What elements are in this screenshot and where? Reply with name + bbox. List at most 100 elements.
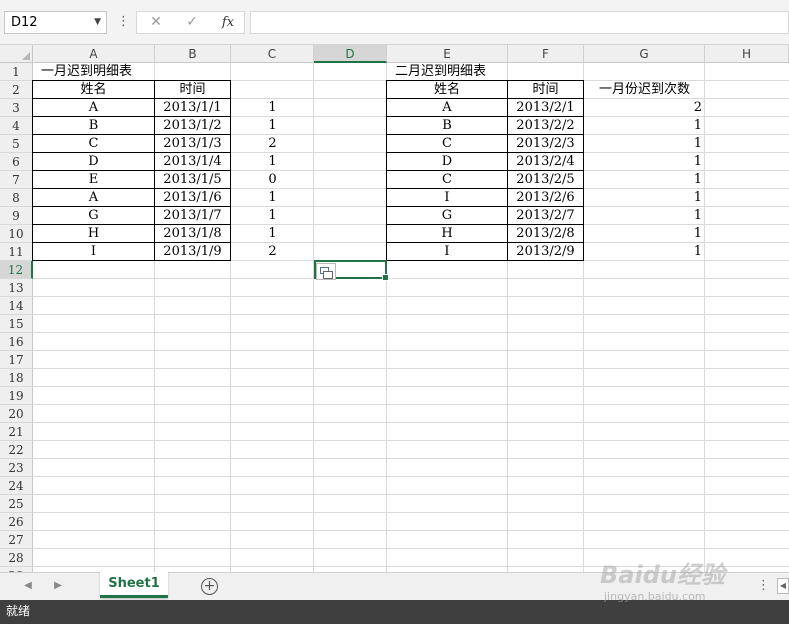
left-table-count-cell[interactable]: 2 bbox=[231, 243, 314, 261]
fill-handle[interactable] bbox=[382, 274, 389, 281]
right-table-date-cell[interactable]: 2013/2/8 bbox=[508, 225, 584, 243]
right-table-name-cell[interactable]: I bbox=[387, 243, 508, 261]
more-tabs-icon[interactable]: ⋮ bbox=[757, 578, 770, 593]
left-table-date-cell[interactable]: 2013/1/1 bbox=[155, 99, 231, 117]
left-table-count-cell[interactable]: 0 bbox=[231, 171, 314, 189]
row-header-26[interactable]: 26 bbox=[0, 513, 33, 531]
column-header-f[interactable]: F bbox=[508, 45, 584, 63]
left-table-count-cell[interactable]: 1 bbox=[231, 117, 314, 135]
row-header-22[interactable]: 22 bbox=[0, 441, 33, 459]
right-table-date-cell[interactable]: 2013/2/2 bbox=[508, 117, 584, 135]
row-header-24[interactable]: 24 bbox=[0, 477, 33, 495]
row-header-23[interactable]: 23 bbox=[0, 459, 33, 477]
scroll-tabs-left-icon[interactable]: ◀ bbox=[22, 579, 34, 593]
column-header-c[interactable]: C bbox=[231, 45, 314, 63]
right-table-count-cell[interactable]: 1 bbox=[584, 207, 705, 225]
right-table-count-cell[interactable]: 1 bbox=[584, 135, 705, 153]
right-table-date-cell[interactable]: 2013/2/7 bbox=[508, 207, 584, 225]
left-table-date-cell[interactable]: 2013/1/6 bbox=[155, 189, 231, 207]
row-header-20[interactable]: 20 bbox=[0, 405, 33, 423]
row-header-12[interactable]: 12 bbox=[0, 261, 33, 279]
right-table-header[interactable]: 一月份迟到次数 bbox=[584, 81, 705, 99]
left-table-name-cell[interactable]: G bbox=[33, 207, 155, 225]
right-table-date-cell[interactable]: 2013/2/6 bbox=[508, 189, 584, 207]
row-header-7[interactable]: 7 bbox=[0, 171, 33, 189]
row-header-25[interactable]: 25 bbox=[0, 495, 33, 513]
left-table-count-cell[interactable]: 2 bbox=[231, 135, 314, 153]
right-table-name-cell[interactable]: I bbox=[387, 189, 508, 207]
right-table-header[interactable]: 姓名 bbox=[387, 81, 508, 99]
paste-options-icon[interactable] bbox=[316, 263, 336, 280]
left-table-header[interactable]: 姓名 bbox=[33, 81, 155, 99]
column-header-a[interactable]: A bbox=[33, 45, 155, 63]
right-table-name-cell[interactable]: H bbox=[387, 225, 508, 243]
left-table-date-cell[interactable]: 2013/1/9 bbox=[155, 243, 231, 261]
row-header-14[interactable]: 14 bbox=[0, 297, 33, 315]
left-table-count-cell[interactable]: 1 bbox=[231, 99, 314, 117]
row-header-5[interactable]: 5 bbox=[0, 135, 33, 153]
right-table-count-cell[interactable]: 1 bbox=[584, 171, 705, 189]
right-table-date-cell[interactable]: 2013/2/3 bbox=[508, 135, 584, 153]
chevron-down-icon[interactable]: ▼ bbox=[94, 12, 101, 33]
left-table-name-cell[interactable]: I bbox=[33, 243, 155, 261]
row-header-15[interactable]: 15 bbox=[0, 315, 33, 333]
left-table-date-cell[interactable]: 2013/1/8 bbox=[155, 225, 231, 243]
left-table-count-cell[interactable]: 1 bbox=[231, 225, 314, 243]
column-header-h[interactable]: H bbox=[705, 45, 789, 63]
row-header-8[interactable]: 8 bbox=[0, 189, 33, 207]
left-table-name-cell[interactable]: E bbox=[33, 171, 155, 189]
hscroll-left-icon[interactable]: ◀ bbox=[777, 578, 789, 594]
more-options-icon[interactable]: ⋮ bbox=[117, 12, 130, 32]
row-header-18[interactable]: 18 bbox=[0, 369, 33, 387]
row-header-16[interactable]: 16 bbox=[0, 333, 33, 351]
right-table-date-cell[interactable]: 2013/2/1 bbox=[508, 99, 584, 117]
row-header-13[interactable]: 13 bbox=[0, 279, 33, 297]
select-all-button[interactable] bbox=[0, 45, 33, 63]
left-table-name-cell[interactable]: D bbox=[33, 153, 155, 171]
enter-icon[interactable]: ✓ bbox=[177, 12, 207, 33]
row-header-11[interactable]: 11 bbox=[0, 243, 33, 261]
left-table-count-cell[interactable]: 1 bbox=[231, 189, 314, 207]
right-table-count-cell[interactable]: 1 bbox=[584, 243, 705, 261]
row-header-17[interactable]: 17 bbox=[0, 351, 33, 369]
row-header-4[interactable]: 4 bbox=[0, 117, 33, 135]
row-header-6[interactable]: 6 bbox=[0, 153, 33, 171]
left-table-date-cell[interactable]: 2013/1/2 bbox=[155, 117, 231, 135]
row-header-9[interactable]: 9 bbox=[0, 207, 33, 225]
left-table-date-cell[interactable]: 2013/1/3 bbox=[155, 135, 231, 153]
left-table-title[interactable]: 一月迟到明细表 bbox=[33, 63, 155, 81]
right-table-count-cell[interactable]: 2 bbox=[584, 99, 705, 117]
row-header-21[interactable]: 21 bbox=[0, 423, 33, 441]
column-header-e[interactable]: E bbox=[387, 45, 508, 63]
left-table-date-cell[interactable]: 2013/1/7 bbox=[155, 207, 231, 225]
right-table-name-cell[interactable]: C bbox=[387, 135, 508, 153]
right-table-count-cell[interactable]: 1 bbox=[584, 153, 705, 171]
left-table-name-cell[interactable]: B bbox=[33, 117, 155, 135]
right-table-date-cell[interactable]: 2013/2/4 bbox=[508, 153, 584, 171]
left-table-name-cell[interactable]: H bbox=[33, 225, 155, 243]
sheet-tab-sheet1[interactable]: Sheet1 bbox=[100, 572, 168, 598]
column-header-b[interactable]: B bbox=[155, 45, 231, 63]
right-table-date-cell[interactable]: 2013/2/5 bbox=[508, 171, 584, 189]
worksheet-grid[interactable]: ABCDEFGH 1 2 3 4 5 6 7 8 9 10 11 12 13 14 15 16 17 18 19 20… bbox=[0, 45, 789, 572]
left-table-name-cell[interactable]: A bbox=[33, 99, 155, 117]
right-table-count-cell[interactable]: 1 bbox=[584, 189, 705, 207]
left-table-count-cell[interactable]: 1 bbox=[231, 153, 314, 171]
add-sheet-icon[interactable]: + bbox=[201, 578, 218, 595]
right-table-name-cell[interactable]: A bbox=[387, 99, 508, 117]
right-table-name-cell[interactable]: G bbox=[387, 207, 508, 225]
row-header-19[interactable]: 19 bbox=[0, 387, 33, 405]
right-table-count-cell[interactable]: 1 bbox=[584, 225, 705, 243]
left-table-date-cell[interactable]: 2013/1/4 bbox=[155, 153, 231, 171]
row-header-1[interactable]: 1 bbox=[0, 63, 33, 81]
row-header-10[interactable]: 10 bbox=[0, 225, 33, 243]
right-table-title[interactable]: 二月迟到明细表 bbox=[387, 63, 508, 81]
row-header-3[interactable]: 3 bbox=[0, 99, 33, 117]
scroll-tabs-right-icon[interactable]: ▶ bbox=[52, 579, 64, 593]
right-table-name-cell[interactable]: B bbox=[387, 117, 508, 135]
left-table-count-cell[interactable]: 1 bbox=[231, 207, 314, 225]
insert-function-icon[interactable]: fx bbox=[213, 12, 243, 33]
right-table-name-cell[interactable]: D bbox=[387, 153, 508, 171]
row-header-2[interactable]: 2 bbox=[0, 81, 33, 99]
left-table-name-cell[interactable]: A bbox=[33, 189, 155, 207]
